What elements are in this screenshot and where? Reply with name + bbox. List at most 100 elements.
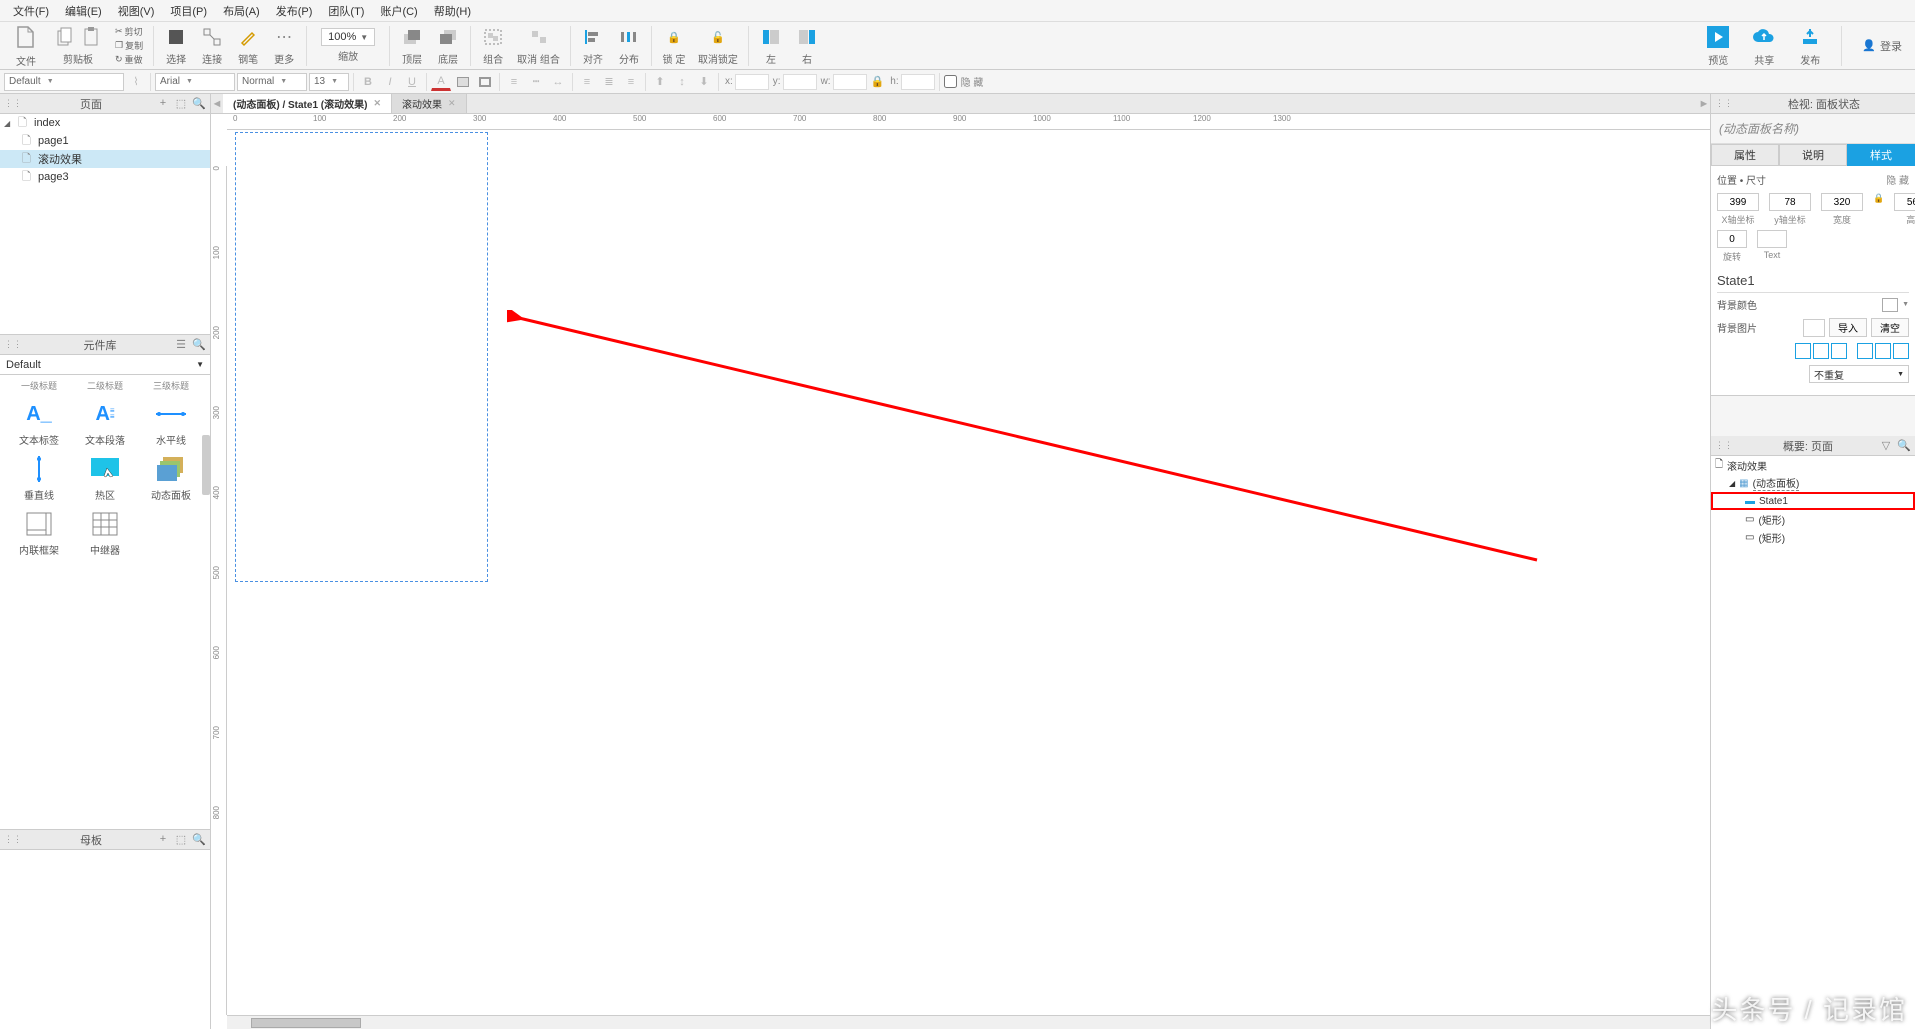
widget-dynamic-panel[interactable]: 动态面板 (143, 455, 199, 502)
fill-color-button[interactable] (453, 73, 473, 91)
dynamic-panel-outline[interactable] (235, 132, 488, 582)
hidden-checkbox[interactable] (944, 75, 957, 88)
width-input[interactable] (1821, 193, 1863, 211)
login-button[interactable]: 👤登录 (1854, 38, 1910, 54)
underline-button[interactable]: U (402, 73, 422, 91)
tool-more[interactable]: ⋯ 更多 (268, 25, 300, 66)
italic-button[interactable]: I (380, 73, 400, 91)
search-icon[interactable]: 🔍 (192, 833, 206, 846)
tool-distribute[interactable]: 分布 (613, 25, 645, 66)
collapse-icon[interactable]: ⋮⋮ (4, 98, 22, 109)
menu-publish[interactable]: 发布(P) (268, 3, 321, 19)
filter-icon[interactable]: ▽ (1879, 439, 1893, 452)
outline-state1[interactable]: ▬State1 (1711, 492, 1915, 510)
tree-page3[interactable]: 🗋page3 (0, 168, 210, 186)
menu-layout[interactable]: 布局(A) (215, 3, 268, 19)
menu-team[interactable]: 团队(T) (320, 3, 372, 19)
x-input[interactable] (735, 74, 769, 90)
line-style-button[interactable]: ┅ (526, 73, 546, 91)
bg-repeat-select[interactable]: 不重复▼ (1809, 365, 1909, 383)
share-button[interactable]: 共享 (1747, 24, 1781, 67)
tool-pen[interactable]: 钢笔 (232, 25, 264, 66)
valign-top-button[interactable]: ⬆ (650, 73, 670, 91)
collapse-icon[interactable]: ⋮⋮ (4, 339, 22, 350)
scrollbar-thumb[interactable] (251, 1018, 361, 1028)
bg-align-6[interactable] (1893, 343, 1909, 359)
menu-project[interactable]: 项目(P) (162, 3, 215, 19)
bg-align-5[interactable] (1875, 343, 1891, 359)
bg-align-1[interactable] (1795, 343, 1811, 359)
add-folder-icon[interactable]: ⬚ (174, 833, 188, 846)
collapse-icon[interactable]: ⋮⋮ (1715, 440, 1733, 451)
tool-left[interactable]: 左 (755, 25, 787, 66)
close-icon[interactable]: ✕ (373, 98, 381, 109)
bg-align-3[interactable] (1831, 343, 1847, 359)
w-input[interactable] (833, 74, 867, 90)
tool-clipboard[interactable]: 剪贴板 (49, 25, 107, 66)
menu-file[interactable]: 文件(F) (5, 3, 57, 19)
menu-icon[interactable]: ☰ (174, 338, 188, 351)
publish-button[interactable]: 发布 (1793, 24, 1827, 67)
bg-align-2[interactable] (1813, 343, 1829, 359)
size-select[interactable]: 13▼ (309, 73, 349, 91)
chevron-down-icon[interactable]: ▼ (1902, 301, 1909, 308)
import-image-button[interactable]: 导入 (1829, 318, 1867, 337)
tab-active[interactable]: (动态面板) / State1 (滚动效果)✕ (223, 94, 392, 113)
line-width-button[interactable]: ≡ (504, 73, 524, 91)
add-page-icon[interactable]: + (156, 97, 170, 110)
widget-hline[interactable]: 水平线 (143, 400, 199, 447)
tab-scroll-right[interactable]: ► (1698, 98, 1710, 110)
outline-rect1[interactable]: ▭(矩形) (1711, 510, 1915, 528)
bg-align-4[interactable] (1857, 343, 1873, 359)
outline-root[interactable]: 🗋滚动效果 (1711, 456, 1915, 474)
lock-aspect-icon[interactable]: 🔒 (871, 75, 885, 88)
search-icon[interactable]: 🔍 (192, 97, 206, 110)
tool-unlock[interactable]: 🔓取消锁定 (694, 25, 742, 66)
add-folder-icon[interactable]: ⬚ (174, 97, 188, 110)
tool-right[interactable]: 右 (791, 25, 823, 66)
tool-align[interactable]: 对齐 (577, 25, 609, 66)
library-selector[interactable]: Default▼ (0, 355, 210, 375)
lock-aspect-icon[interactable]: 🔒 (1873, 193, 1884, 204)
rotation-input[interactable] (1717, 230, 1747, 248)
menu-view[interactable]: 视图(V) (110, 3, 163, 19)
bgcolor-swatch[interactable] (1882, 298, 1898, 312)
close-icon[interactable]: ✕ (448, 98, 456, 109)
collapse-icon[interactable]: ⋮⋮ (4, 834, 22, 845)
search-icon[interactable]: 🔍 (1897, 439, 1911, 452)
tree-page-scroll[interactable]: 🗋滚动效果 (0, 150, 210, 168)
widget-vline[interactable]: 垂直线 (11, 455, 67, 502)
canvas[interactable] (227, 130, 1710, 1015)
horizontal-scrollbar[interactable] (227, 1015, 1710, 1029)
widget-text-label[interactable]: A_文本标签 (11, 400, 67, 447)
arrow-style-button[interactable]: ↔ (548, 73, 568, 91)
outline-rect2[interactable]: ▭(矩形) (1711, 528, 1915, 546)
tool-connect[interactable]: 连接 (196, 25, 228, 66)
tab-properties[interactable]: 属性 (1711, 144, 1779, 166)
preview-button[interactable]: 预览 (1701, 24, 1735, 67)
tool-select[interactable]: 选择 (160, 25, 192, 66)
bold-button[interactable]: B (358, 73, 378, 91)
outline-dynamic-panel[interactable]: ◢▦(动态面板) (1711, 474, 1915, 492)
pos-x-input[interactable] (1717, 193, 1759, 211)
tool-lock[interactable]: 🔒锁 定 (658, 25, 690, 66)
font-select[interactable]: Arial▼ (155, 73, 235, 91)
tool-group-btn[interactable]: 组合 (477, 25, 509, 66)
tab-style[interactable]: 样式 (1847, 144, 1915, 166)
align-center-button[interactable]: ≣ (599, 73, 619, 91)
menu-help[interactable]: 帮助(H) (426, 3, 479, 19)
widget-iframe[interactable]: 内联框架 (11, 510, 67, 557)
text-rot-input[interactable] (1757, 230, 1787, 248)
valign-bot-button[interactable]: ⬇ (694, 73, 714, 91)
weight-select[interactable]: Normal▼ (237, 73, 307, 91)
inspector-name-field[interactable]: (动态面板名称) (1711, 114, 1915, 144)
tool-zoom[interactable]: 100%▼ 缩放 (313, 28, 383, 63)
tab-other[interactable]: 滚动效果✕ (392, 94, 467, 113)
menu-account[interactable]: 账户(C) (372, 3, 425, 19)
valign-mid-button[interactable]: ↕ (672, 73, 692, 91)
add-master-icon[interactable]: + (156, 833, 170, 846)
tab-scroll-left[interactable]: ◄ (211, 98, 223, 110)
format-painter-icon[interactable]: ⌇ (126, 73, 146, 91)
scrollbar-thumb[interactable] (202, 435, 210, 495)
tool-ungroup[interactable]: 取消 组合 (513, 25, 564, 66)
